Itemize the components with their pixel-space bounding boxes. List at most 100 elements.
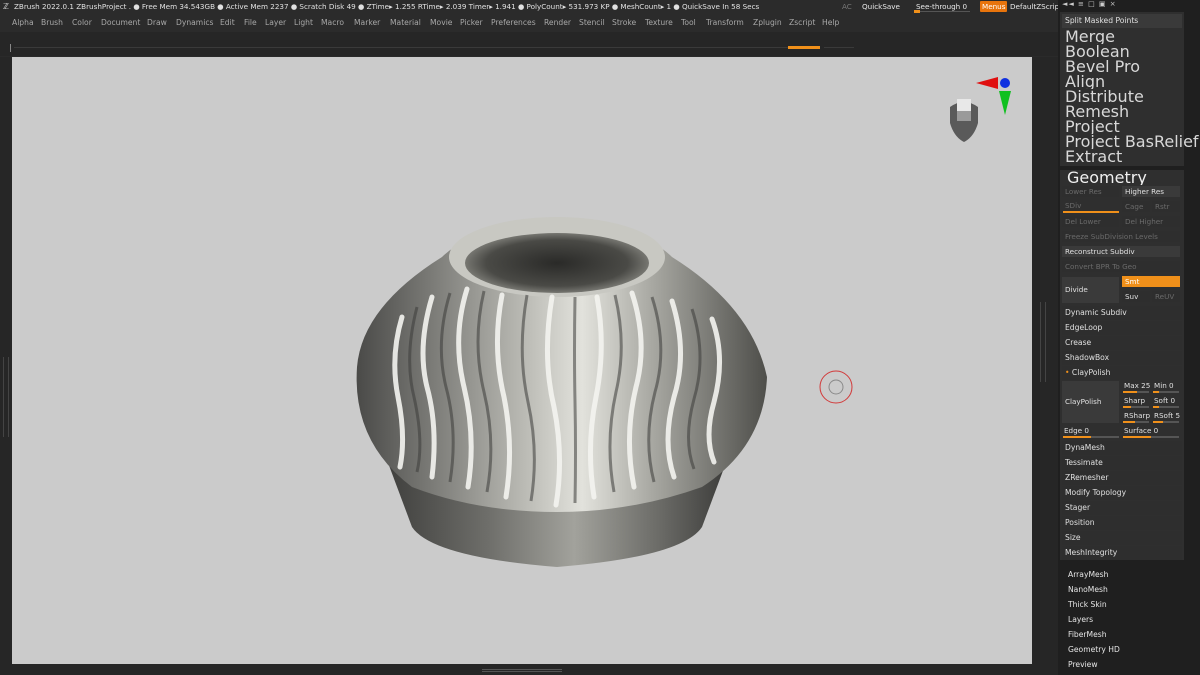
size-section[interactable]: Size	[1062, 531, 1182, 545]
del-higher-button[interactable]: Del Higher	[1122, 216, 1180, 227]
menu-draw[interactable]: Draw	[147, 18, 167, 27]
menu-tool[interactable]: Tool	[681, 18, 696, 27]
menu-stencil[interactable]: Stencil	[579, 18, 605, 27]
divide-button[interactable]: Divide	[1062, 277, 1119, 303]
max-slider[interactable]: Max 25	[1124, 381, 1150, 390]
arraymesh-palette[interactable]: ArrayMesh	[1068, 570, 1108, 579]
sdiv-slider[interactable]: SDiv	[1065, 201, 1081, 210]
viewport-render[interactable]	[12, 57, 1032, 664]
sharp-slider[interactable]: Sharp	[1124, 396, 1145, 405]
menu-macro[interactable]: Macro	[321, 18, 344, 27]
menu-zscript[interactable]: Zscript	[789, 18, 815, 27]
distribute-button[interactable]: Distribute	[1060, 90, 1144, 104]
bottom-tray[interactable]	[0, 664, 1058, 675]
menu-picker[interactable]: Picker	[460, 18, 483, 27]
right-tray-grip[interactable]	[1040, 302, 1046, 382]
right-tray[interactable]	[1032, 57, 1058, 664]
extract-button[interactable]: Extract	[1060, 150, 1122, 164]
smt-toggle[interactable]: Smt	[1122, 276, 1180, 287]
menu-light[interactable]: Light	[294, 18, 313, 27]
active-tab-indicator[interactable]	[788, 46, 820, 49]
meshintegrity-section[interactable]: MeshIntegrity	[1062, 546, 1182, 560]
edge-slider[interactable]: Edge 0	[1064, 426, 1089, 435]
ac-button[interactable]: AC	[842, 2, 852, 11]
menu-file[interactable]: File	[244, 18, 257, 27]
soft-track[interactable]	[1153, 406, 1179, 408]
crease-section[interactable]: Crease	[1062, 336, 1182, 350]
menu-edit[interactable]: Edit	[220, 18, 235, 27]
min-track[interactable]	[1153, 391, 1179, 393]
see-through-slider[interactable]: See-through 0	[916, 2, 967, 11]
rsharp-slider[interactable]: RSharp	[1124, 411, 1150, 420]
sdiv-track[interactable]	[1063, 211, 1119, 213]
menu-texture[interactable]: Texture	[645, 18, 673, 27]
convert-bpr-button[interactable]: Convert BPR To Geo	[1062, 261, 1180, 272]
edge-track[interactable]	[1063, 436, 1119, 438]
cage-button[interactable]: Cage	[1122, 201, 1150, 212]
claypolish-section[interactable]: • ClayPolish	[1062, 366, 1182, 380]
geometry-hd-palette[interactable]: Geometry HD	[1068, 645, 1120, 654]
bottom-tray-grip[interactable]	[482, 669, 562, 672]
boolean-button[interactable]: Boolean	[1060, 45, 1130, 59]
rsharp-track[interactable]	[1123, 421, 1149, 423]
sharp-track[interactable]	[1123, 406, 1149, 408]
tray-controls-icon[interactable]: ◄◄ ≡ □ ▣ ×	[1062, 0, 1194, 12]
fibermesh-palette[interactable]: FiberMesh	[1068, 630, 1107, 639]
surface-track[interactable]	[1123, 436, 1179, 438]
document-canvas[interactable]	[12, 57, 1032, 664]
menu-brush[interactable]: Brush	[41, 18, 63, 27]
freeze-subdivision-button[interactable]: Freeze SubDivision Levels	[1062, 231, 1180, 242]
menu-alpha[interactable]: Alpha	[12, 18, 34, 27]
min-slider[interactable]: Min 0	[1154, 381, 1174, 390]
stager-section[interactable]: Stager	[1062, 501, 1182, 515]
project-button[interactable]: Project	[1060, 120, 1120, 134]
edgeloop-section[interactable]: EdgeLoop	[1062, 321, 1182, 335]
del-lower-button[interactable]: Del Lower	[1062, 216, 1119, 227]
menu-movie[interactable]: Movie	[430, 18, 452, 27]
rsoft-slider[interactable]: RSoft 5	[1154, 411, 1180, 420]
menu-preferences[interactable]: Preferences	[491, 18, 536, 27]
remesh-button[interactable]: Remesh	[1060, 105, 1129, 119]
menu-help[interactable]: Help	[822, 18, 839, 27]
dynamic-subdiv-section[interactable]: Dynamic Subdiv	[1062, 306, 1182, 320]
modify-topology-section[interactable]: Modify Topology	[1062, 486, 1182, 500]
position-section[interactable]: Position	[1062, 516, 1182, 530]
claypolish-button[interactable]: ClayPolish	[1062, 381, 1119, 423]
soft-slider[interactable]: Soft 0	[1154, 396, 1175, 405]
max-track[interactable]	[1123, 391, 1149, 393]
nanomesh-palette[interactable]: NanoMesh	[1068, 585, 1108, 594]
default-zscript-button[interactable]: DefaultZScript	[1010, 2, 1058, 11]
menu-zplugin[interactable]: Zplugin	[753, 18, 782, 27]
menu-render[interactable]: Render	[544, 18, 571, 27]
align-button[interactable]: Align	[1060, 75, 1105, 89]
bevel-pro-button[interactable]: Bevel Pro	[1060, 60, 1140, 74]
reconstruct-subdiv-button[interactable]: Reconstruct Subdiv	[1062, 246, 1180, 257]
menu-transform[interactable]: Transform	[706, 18, 744, 27]
menus-toggle[interactable]: Menus	[980, 1, 1008, 12]
thick-skin-palette[interactable]: Thick Skin	[1068, 600, 1107, 609]
layers-palette[interactable]: Layers	[1068, 615, 1093, 624]
split-masked-points-button[interactable]: Split Masked Points	[1062, 14, 1182, 28]
menu-stroke[interactable]: Stroke	[612, 18, 636, 27]
reuv-button[interactable]: ReUV	[1152, 291, 1180, 302]
merge-button[interactable]: Merge	[1060, 30, 1115, 44]
rstr-button[interactable]: Rstr	[1152, 201, 1180, 212]
menu-color[interactable]: Color	[72, 18, 92, 27]
see-through-track[interactable]	[914, 11, 970, 12]
menu-marker[interactable]: Marker	[354, 18, 380, 27]
dynamesh-section[interactable]: DynaMesh	[1062, 441, 1182, 455]
project-basrelief-button[interactable]: Project BasRelief	[1060, 135, 1199, 149]
menu-document[interactable]: Document	[101, 18, 140, 27]
zremesher-section[interactable]: ZRemesher	[1062, 471, 1182, 485]
preview-palette[interactable]: Preview	[1068, 660, 1098, 669]
rsoft-track[interactable]	[1153, 421, 1179, 423]
shadowbox-section[interactable]: ShadowBox	[1062, 351, 1182, 365]
suv-toggle[interactable]: Suv	[1122, 291, 1150, 302]
geometry-header[interactable]: Geometry	[1062, 171, 1147, 185]
lower-res-button[interactable]: Lower Res	[1062, 186, 1119, 197]
higher-res-button[interactable]: Higher Res	[1122, 186, 1180, 197]
menu-material[interactable]: Material	[390, 18, 421, 27]
see-through-knob[interactable]	[914, 10, 920, 13]
tessimate-section[interactable]: Tessimate	[1062, 456, 1182, 470]
left-tray-grip[interactable]	[3, 357, 9, 437]
